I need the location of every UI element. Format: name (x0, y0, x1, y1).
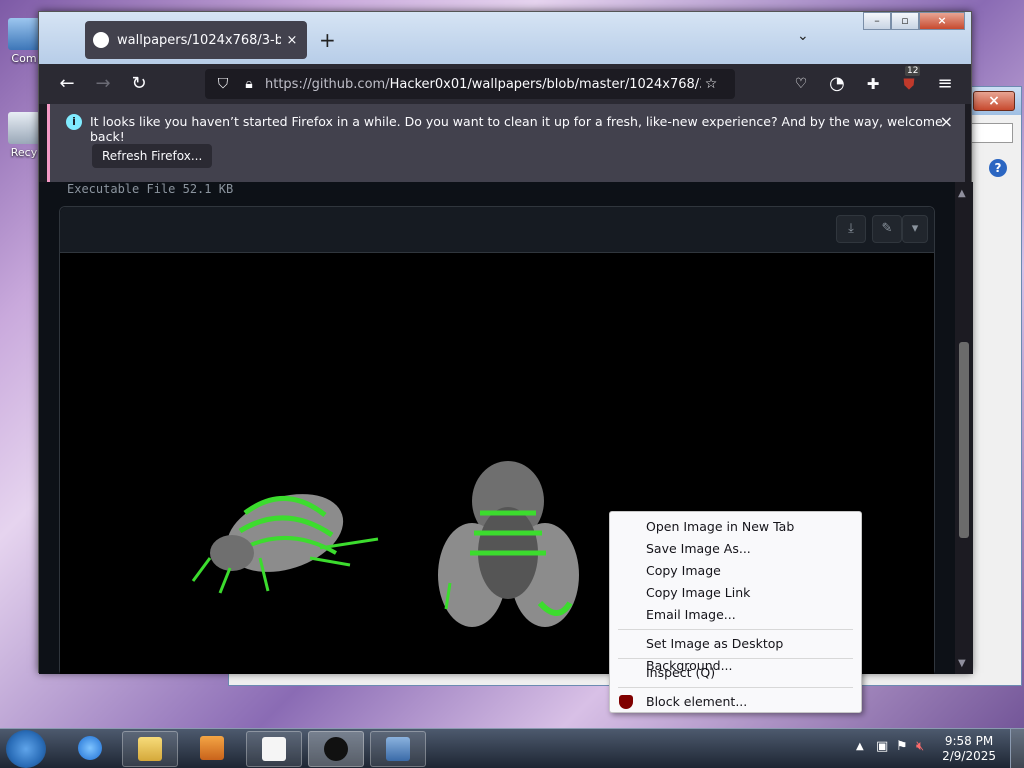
menu-block-element-label: Block element... (646, 694, 748, 709)
page-scrollbar[interactable]: ▲ ▼ (955, 182, 973, 674)
desktop-icon-label: Recy (10, 146, 38, 159)
menu-copy-image[interactable]: Copy Image (610, 560, 861, 582)
taskbar-notepad[interactable] (246, 731, 302, 767)
show-desktop-button[interactable] (1010, 729, 1024, 768)
scrollbar-thumb[interactable] (959, 342, 969, 538)
system-tray: ▲ ▣ ⚑ 🔇︎ 9:58 PM 2/9/2025 (844, 729, 1024, 768)
bee-graphic (438, 461, 579, 627)
ublock-count-badge: 12 (905, 66, 921, 76)
taskbar-network-app[interactable] (370, 731, 426, 767)
menu-open-image-new-tab[interactable]: Open Image in New Tab (610, 516, 861, 538)
tab-strip: wallpapers/1024x768/3-bugitos × + ⌄ – ▫ … (39, 12, 971, 64)
tab-list-chevron-icon[interactable]: ⌄ (797, 28, 809, 44)
notification-message: It looks like you haven’t started Firefo… (90, 114, 943, 144)
clock-time: 9:58 PM (944, 734, 994, 748)
menu-copy-image-link[interactable]: Copy Image Link (610, 582, 861, 604)
internet-explorer-icon (78, 736, 102, 760)
notification-close-icon[interactable]: × (940, 112, 953, 131)
network-computer-icon (386, 737, 410, 761)
more-options-chevron-icon[interactable]: ▾ (902, 215, 928, 243)
tab-title: wallpapers/1024x768/3-bugitos (117, 32, 281, 48)
github-icon (93, 32, 109, 48)
close-window-button[interactable]: × (919, 12, 965, 30)
background-window-search[interactable] (967, 123, 1013, 143)
edit-pencil-icon[interactable]: ✎ (872, 215, 902, 243)
background-window-close-button[interactable]: × (973, 91, 1015, 111)
menu-block-element[interactable]: Block element... (610, 691, 861, 713)
menu-set-desktop-background[interactable]: Set Image as Desktop Background... (610, 633, 861, 673)
start-button[interactable] (6, 730, 46, 768)
ublock-icon (619, 695, 633, 709)
menu-separator (618, 629, 853, 630)
menu-email-image[interactable]: Email Image... (610, 604, 861, 626)
notification-bar: i It looks like you haven’t started Fire… (47, 104, 965, 182)
scroll-up-icon[interactable]: ▲ (958, 188, 966, 199)
url-path: Hacker0x01/wallpapers/blob/master/1024x7… (389, 76, 701, 92)
download-icon[interactable]: ⤓ (836, 215, 866, 243)
new-tab-button[interactable]: + (319, 28, 336, 52)
help-icon[interactable]: ? (989, 159, 1007, 177)
taskbar-file-explorer[interactable] (122, 731, 178, 767)
back-arrow-icon[interactable]: ← (55, 72, 79, 96)
maximize-button[interactable]: ▫ (891, 12, 919, 30)
recycle-bin-icon (8, 112, 40, 144)
menu-separator (618, 687, 853, 688)
shield-icon[interactable]: ⛉ (213, 76, 233, 92)
extensions-icon[interactable]: ✚ (861, 72, 885, 96)
scroll-down-icon[interactable]: ▼ (958, 658, 966, 669)
private-browsing-icon (324, 737, 348, 761)
tray-expand-icon[interactable]: ▲ (856, 741, 864, 752)
menu-hamburger-icon[interactable]: ≡ (933, 72, 957, 96)
taskbar-media-player[interactable] (184, 731, 240, 767)
computer-icon (8, 18, 40, 50)
file-viewer-header: ⤓ ✎ ▾ (60, 207, 934, 253)
navigation-toolbar: ← → ↻ ⛉ 🔒︎ https://github.com/Hacker0x01… (39, 64, 971, 104)
desktop-icon-recycle-bin[interactable]: Recy (6, 112, 42, 159)
taskbar-internet-explorer[interactable] (62, 731, 118, 767)
desktop-icon-label: Com (11, 52, 37, 65)
action-center-flag-icon[interactable]: ⚑ (896, 739, 908, 754)
desktop-icon-computer[interactable]: Com (6, 18, 42, 65)
bookmark-star-icon[interactable]: ☆ (701, 76, 721, 92)
forward-arrow-icon[interactable]: → (91, 72, 115, 96)
reload-icon[interactable]: ↻ (127, 72, 151, 96)
taskbar-firefox-private[interactable] (308, 731, 364, 767)
clock[interactable]: 9:58 PM 2/9/2025 (942, 734, 996, 764)
window-controls: – ▫ × (863, 12, 965, 30)
folder-icon (138, 737, 162, 761)
image-context-menu: Open Image in New Tab Save Image As... C… (609, 511, 862, 713)
taskbar: ▲ ▣ ⚑ 🔇︎ 9:58 PM 2/9/2025 (0, 728, 1024, 768)
minimize-button[interactable]: – (863, 12, 891, 30)
document-icon (262, 737, 286, 761)
menu-save-image-as[interactable]: Save Image As... (610, 538, 861, 560)
beetle-graphic (191, 494, 379, 594)
pocket-icon[interactable]: ♡ (789, 72, 813, 96)
url-text[interactable]: https://github.com/Hacker0x01/wallpapers… (265, 77, 701, 92)
url-bar[interactable]: ⛉ 🔒︎ https://github.com/Hacker0x01/wallp… (205, 69, 735, 99)
tab-close-icon[interactable]: × (285, 33, 299, 48)
tab-active[interactable]: wallpapers/1024x768/3-bugitos × (85, 21, 307, 59)
network-icon[interactable]: ▣ (876, 739, 888, 754)
volume-muted-icon[interactable]: 🔇︎ (916, 739, 924, 754)
info-icon: i (66, 114, 82, 130)
firefox-view-icon[interactable]: ◔ (825, 72, 849, 96)
file-info: Executable File 52.1 KB (67, 182, 234, 196)
media-player-icon (200, 736, 224, 760)
url-host: https://github.com/ (265, 76, 390, 92)
menu-inspect[interactable]: Inspect (Q) (610, 662, 861, 684)
lock-icon[interactable]: 🔒︎ (239, 76, 259, 92)
refresh-firefox-button[interactable]: Refresh Firefox... (92, 144, 213, 168)
clock-date: 2/9/2025 (942, 749, 996, 763)
